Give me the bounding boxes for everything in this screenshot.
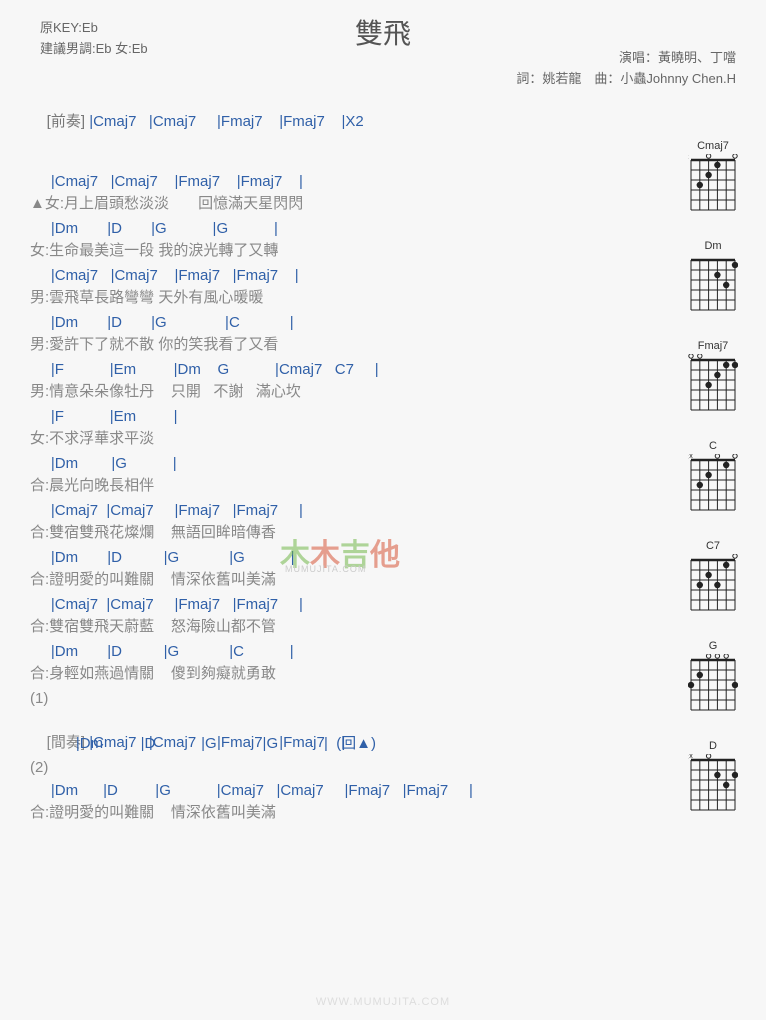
intro-label: [前奏] [47,113,90,130]
chord-diagram-label: C [678,440,748,452]
credit-singer: 演唱：黃曉明、丁噹 [516,48,736,69]
chord-sheet: [前奏] |Cmaj7 |Cmaj7 |Fmaj7 |Fmaj7 |X2 |Cm… [0,60,766,824]
svg-text:x: x [688,154,689,161]
marker-2: (2) [30,757,736,778]
lyric-line: 男:情意朵朵像牡丹 只開 不謝 滿心坎 [30,381,736,403]
chord-line: |Cmaj7 |Cmaj7 |Fmaj7 |Fmaj7 | [30,500,736,522]
footer-url: WWW.MUMUJITA.COM [0,996,766,1008]
song-title: 雙飛 [0,12,766,52]
chord-line: |Dm |D |G |C | [30,641,736,663]
chord-diagram-label: C7 [678,540,748,552]
intro-chords: |Cmaj7 |Cmaj7 |Fmaj7 |Fmaj7 |X2 [89,113,364,130]
chord-line: |Cmaj7 |Cmaj7 |Fmaj7 |Fmaj7 | [30,171,736,193]
chord-diagram: Dxx [678,740,748,814]
lyric-line: 男:愛許下了就不散 你的笑我看了又看 [30,334,736,356]
chord-diagrams-column: Cmaj7xDmFmaj7CxxC7GDxx [678,140,748,814]
lyric-line: 女:不求浮華求平淡 [30,428,736,450]
lyric-line: 男:雲飛草長路彎彎 天外有風心暖暖 [30,287,736,309]
chord-diagram: Fmaj7 [678,340,748,414]
chord-line: |Dm |D |G |C | [30,312,736,334]
ending-chords: |Dm |D |G |Cmaj7 |Cmaj7 |Fmaj7 |Fmaj7 | [30,780,736,802]
chord-diagram: Cxx [678,440,748,514]
lyric-line: 合:身輕如燕過情關 傻到夠癡就勇敢 [30,663,736,685]
lyric-line: 女:生命最美這一段 我的淚光轉了又轉 [30,240,736,262]
chord-line: |Dm |D |G |G | [30,218,736,240]
lyric-line: 合:雙宿雙飛天蔚藍 怒海險山都不管 [30,616,736,638]
chord-diagram-label: G [678,640,748,652]
svg-text:x: x [689,454,693,460]
lyric-line: 合:晨光向晚長相伴 [30,475,736,497]
intro-line: [前奏] |Cmaj7 |Cmaj7 |Fmaj7 |Fmaj7 |X2 [30,90,736,153]
chord-line: |Dm |D |G |G | [30,547,736,569]
chord-diagram: C7 [678,540,748,614]
lyric-line: 合:雙宿雙飛花燦爛 無語回眸暗傳香 [30,522,736,544]
chord-line: |Cmaj7 |Cmaj7 |Fmaj7 |Fmaj7 | [30,594,736,616]
chord-diagram-label: D [678,740,748,752]
chord-line: |Dm |G | [30,453,736,475]
lyric-line: ▲女:月上眉頭愁淡淡 回憶滿天星閃閃 [30,193,736,215]
chord-line: |Cmaj7 |Cmaj7 |Fmaj7 |Fmaj7 | [30,265,736,287]
lyric-line: 合:證明愛的叫難關 情深依舊叫美滿 [30,569,736,591]
chord-diagram: Dm [678,240,748,314]
chord-diagram: Cmaj7 x [678,140,748,214]
chord-diagram: G [678,640,748,714]
chord-line: |F |Em |Dm G |Cmaj7 C7 | [30,359,736,381]
chord-diagram-label: Fmaj7 [678,340,748,352]
interlude-line: [間奏] |Cmaj7 |Cmaj7 |Fmaj7 |Fmaj7 | [30,711,736,733]
svg-text:x: x [689,754,693,760]
chord-diagram-label: Cmaj7 [678,140,748,152]
credit-writer: 詞：姚若龍 曲：小蟲Johnny Chen.H [516,69,736,90]
marker-1: (1) [30,688,736,709]
ending-lyric: 合:證明愛的叫難關 情深依舊叫美滿 [30,802,736,824]
chord-line: |F |Em | [30,406,736,428]
interlude-line-2: |Dm |D |G |G | (回▲) [30,733,736,755]
chord-diagram-label: Dm [678,240,748,252]
